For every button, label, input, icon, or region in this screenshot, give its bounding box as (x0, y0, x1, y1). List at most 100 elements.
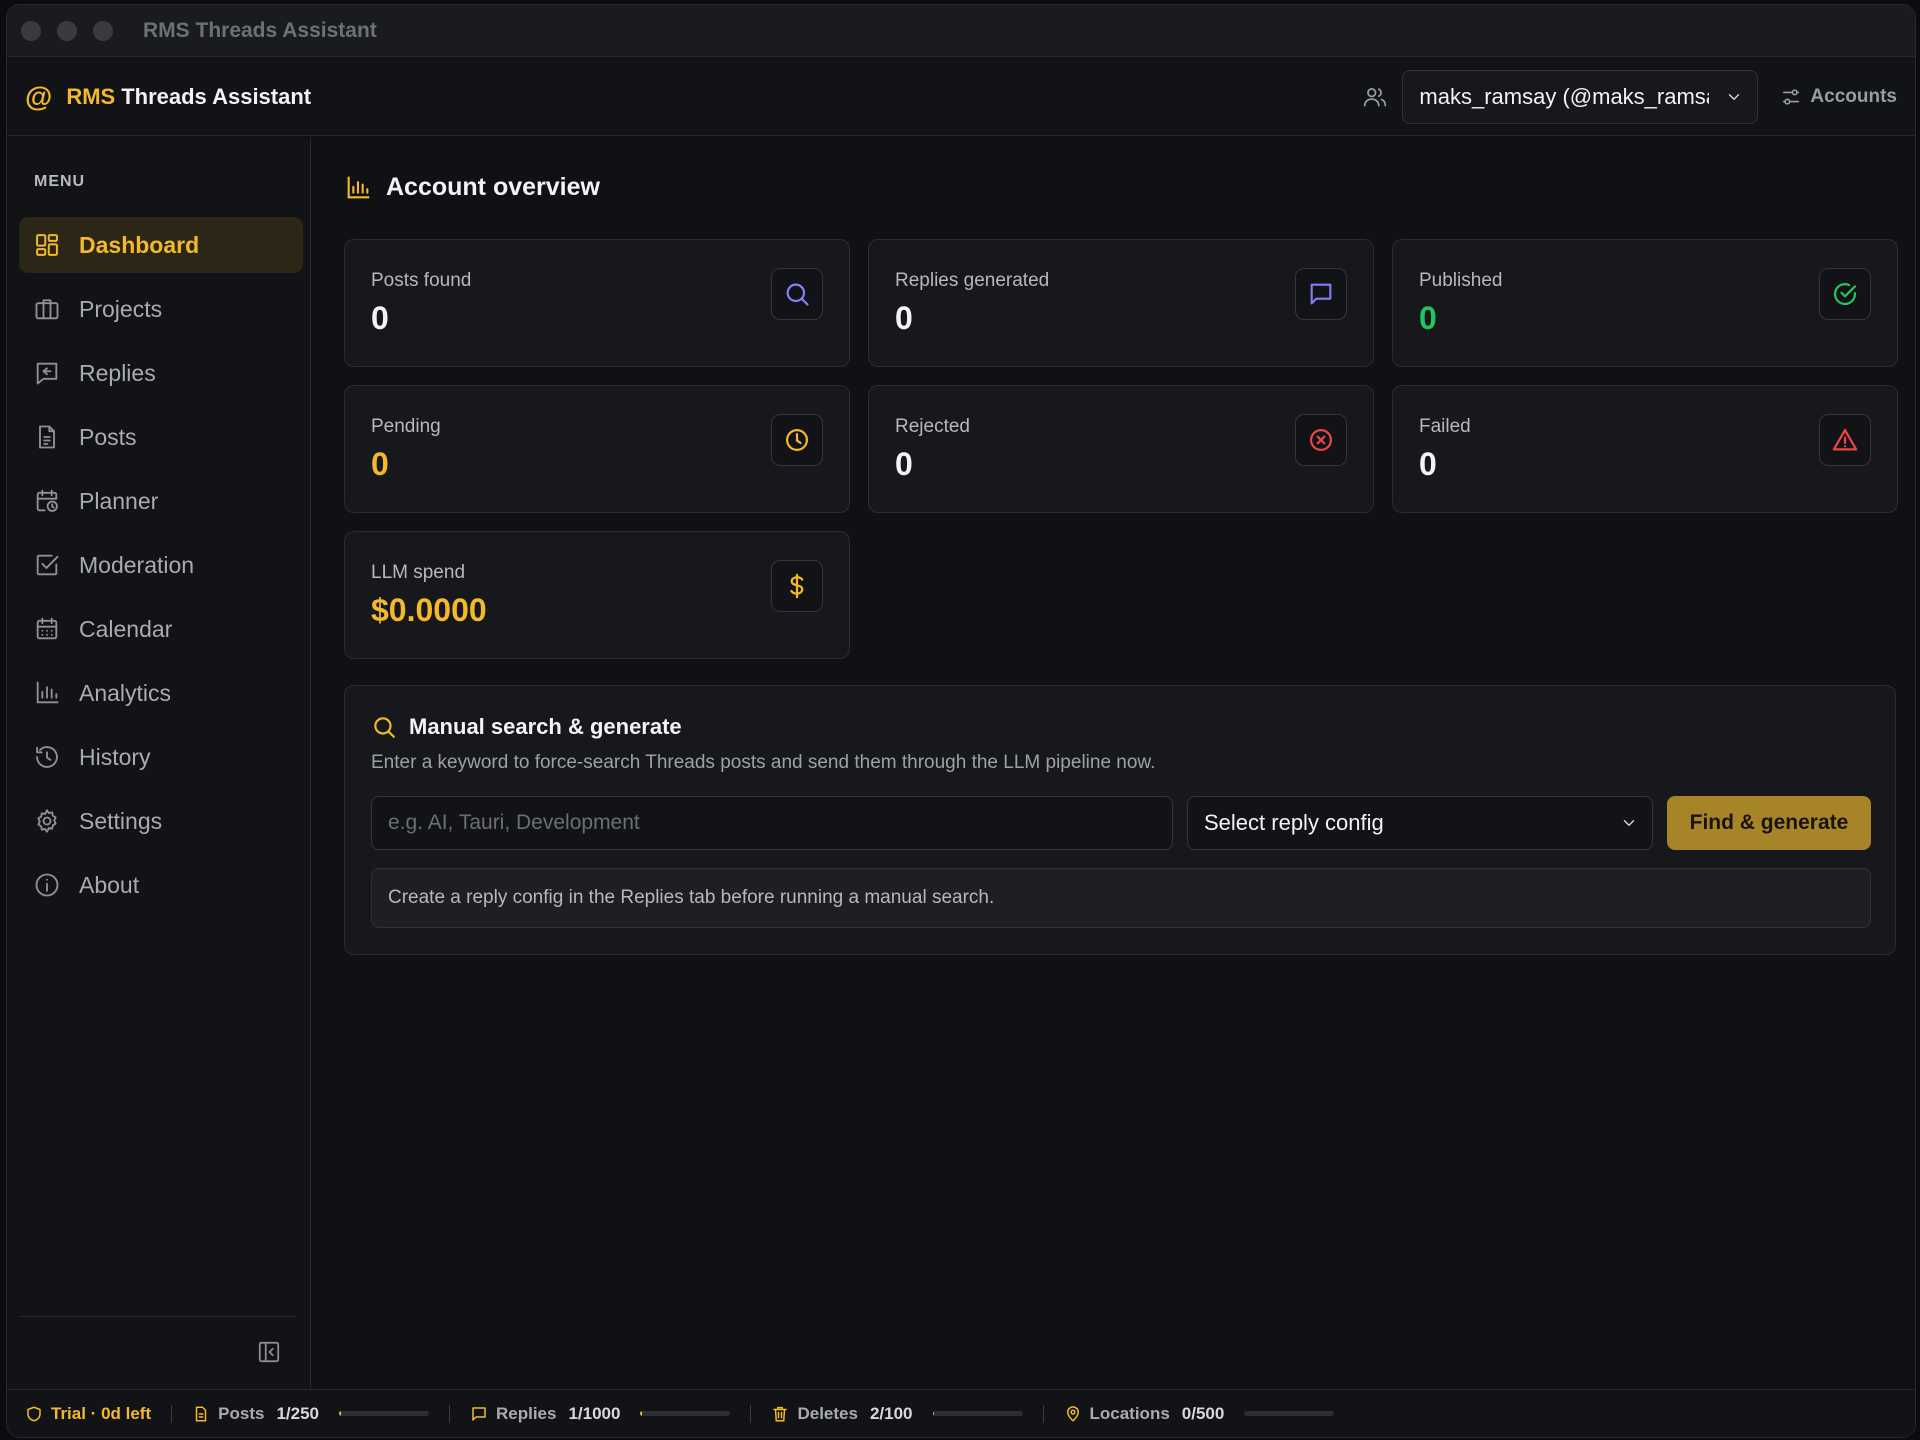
quota-value: 2/100 (869, 1403, 913, 1423)
sidebar-item-label: Analytics (79, 679, 172, 706)
quota-progress-fill (640, 1411, 643, 1416)
sidebar-item-moderation[interactable]: Moderation (19, 537, 303, 593)
x-circle-icon (1307, 426, 1335, 454)
sliders-icon (1780, 86, 1802, 108)
chevron-down-icon (1725, 88, 1743, 106)
stat-label: Replies generated (895, 270, 1050, 291)
stat-card-published: Published 0 (1392, 239, 1898, 367)
stat-card-replies-generated: Replies generated 0 (868, 239, 1374, 367)
page-title: Account overview (386, 173, 600, 201)
sidebar-item-label: Moderation (79, 551, 195, 578)
search-icon (783, 280, 811, 308)
quota-label: Replies (495, 1403, 557, 1423)
quota-label: Posts (218, 1403, 265, 1423)
account-select[interactable]: maks_ramsay (@maks_ramsay) (1402, 69, 1759, 124)
minimize-window-button[interactable] (57, 20, 77, 41)
stat-icon-box (1819, 268, 1871, 320)
sidebar-item-projects[interactable]: Projects (19, 281, 303, 337)
stat-label: LLM spend (371, 562, 466, 583)
trash-icon (771, 1405, 789, 1423)
posts-quota: Posts 1/250 (192, 1404, 429, 1424)
quota-progress-bar (640, 1411, 731, 1416)
keyword-input[interactable] (371, 796, 1173, 850)
close-window-button[interactable] (21, 20, 41, 41)
map-pin-icon (1064, 1405, 1082, 1423)
bar-chart-icon (33, 679, 61, 707)
sidebar-item-settings[interactable]: Settings (19, 793, 303, 849)
calendar-icon (33, 615, 61, 643)
stat-value: $0.0000 (371, 592, 487, 628)
stat-label: Rejected (895, 416, 970, 437)
document-icon (192, 1405, 210, 1423)
quota-progress-bar (338, 1411, 429, 1416)
check-circle-icon (1831, 280, 1859, 308)
chevron-down-icon (1620, 814, 1638, 832)
sidebar-item-label: Replies (79, 359, 156, 386)
main-content: Account overview Posts found 0 Replies g… (312, 137, 1915, 1389)
sidebar-item-calendar[interactable]: Calendar (19, 601, 303, 657)
checkbox-icon (33, 551, 61, 579)
quota-label: Deletes (797, 1403, 858, 1423)
message-icon (1307, 280, 1335, 308)
stat-card-pending: Pending 0 (344, 385, 850, 513)
maximize-window-button[interactable] (93, 20, 113, 41)
locations-quota: Locations 0/500 (1064, 1404, 1335, 1424)
sidebar-item-posts[interactable]: Posts (19, 409, 303, 465)
info-icon (33, 871, 61, 899)
sidebar-item-analytics[interactable]: Analytics (19, 665, 303, 721)
stat-card-rejected: Rejected 0 (868, 385, 1374, 513)
sidebar-item-label: Projects (79, 295, 163, 322)
reply-config-select[interactable]: Select reply config (1187, 796, 1653, 850)
sidebar-item-dashboard[interactable]: Dashboard (19, 217, 303, 273)
sidebar-item-label: Settings (79, 807, 163, 834)
accounts-label: Accounts (1810, 85, 1897, 107)
shield-icon (25, 1405, 43, 1423)
trial-label: Trial · 0d left (51, 1403, 152, 1423)
bar-chart-icon (344, 174, 372, 202)
sidebar-item-about[interactable]: About (19, 857, 303, 913)
manual-search-title: Manual search & generate (409, 714, 682, 739)
stat-label: Posts found (371, 270, 472, 291)
document-icon (33, 423, 61, 451)
stat-label: Published (1419, 270, 1503, 291)
brand-prefix: RMS (66, 83, 116, 109)
find-and-generate-button[interactable]: Find & generate (1667, 796, 1871, 850)
stat-label: Failed (1419, 416, 1471, 437)
trial-status: Trial · 0d left (25, 1404, 151, 1424)
deletes-quota: Deletes 2/100 (771, 1403, 1023, 1424)
stat-value: 0 (1419, 300, 1437, 336)
quota-value: 1/250 (276, 1403, 319, 1423)
sidebar-item-history[interactable]: History (19, 729, 303, 785)
replies-quota: Replies 1/1000 (470, 1403, 731, 1424)
reply-config-hint: Create a reply config in the Replies tab… (371, 868, 1871, 928)
manual-search-header: Manual search & generate (371, 714, 682, 740)
collapse-sidebar-button[interactable] (256, 1339, 282, 1365)
title-bar: RMS Threads Assistant (7, 5, 1915, 57)
sidebar-item-planner[interactable]: Planner (19, 473, 303, 529)
history-icon (33, 743, 61, 771)
dashboard-icon (33, 231, 61, 259)
window-controls (21, 20, 113, 41)
sidebar-item-label: Calendar (79, 615, 173, 642)
stat-card-llm-spend: LLM spend $0.0000 (344, 531, 850, 659)
stat-icon-box (1819, 414, 1871, 466)
stat-value: 0 (895, 446, 913, 482)
brand: @ RMS Threads Assistant (25, 81, 311, 113)
stat-icon-box (771, 414, 823, 466)
sidebar-item-replies[interactable]: Replies (19, 345, 303, 401)
sidebar-item-label: Posts (79, 423, 137, 450)
account-select-value: maks_ramsay (@maks_ramsay) (1419, 83, 1710, 109)
app-window: RMS Threads Assistant @ RMS Threads Assi… (6, 4, 1916, 1438)
sidebar-nav: Dashboard Projects Replies Posts Planner… (19, 217, 303, 921)
sidebar: MENU Dashboard Projects Replies Posts Pl… (7, 137, 311, 1389)
briefcase-icon (33, 295, 61, 323)
stat-value: 0 (371, 446, 389, 482)
accounts-button[interactable]: Accounts (1780, 86, 1897, 108)
stat-icon-box (1295, 268, 1347, 320)
dollar-icon (783, 572, 811, 600)
status-separator (750, 1404, 752, 1423)
message-icon (470, 1405, 488, 1423)
quota-value: 0/500 (1181, 1403, 1225, 1423)
warning-icon (1831, 426, 1859, 454)
status-separator (448, 1404, 450, 1423)
